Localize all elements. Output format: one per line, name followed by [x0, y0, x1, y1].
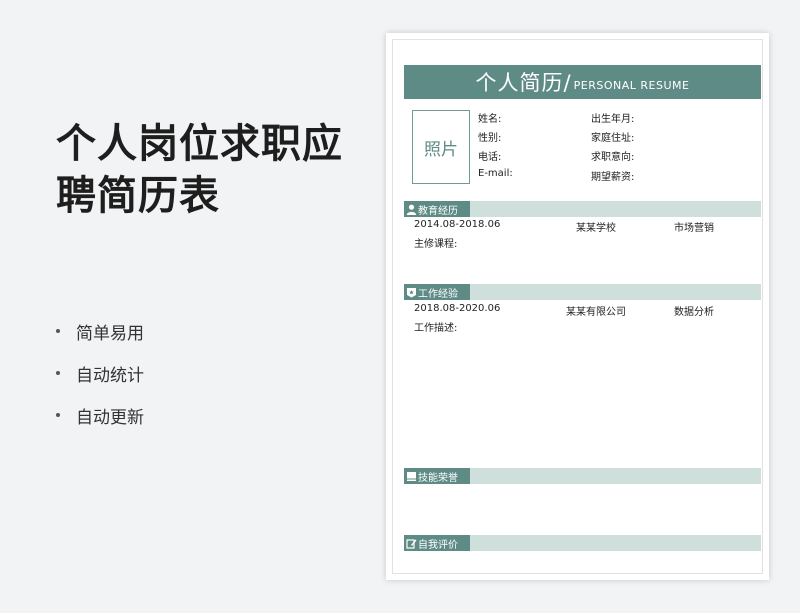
phone-label: 电话: [478, 152, 502, 163]
name-label: 姓名: [478, 114, 502, 125]
birth-label: 出生年月: [591, 114, 635, 125]
resume-title-bar: 个人简历/ PERSONAL RESUME [404, 65, 761, 99]
feature-item: 自动统计 [56, 352, 144, 394]
address-label: 家庭住址: [591, 133, 635, 144]
education-major: 市场营销 [674, 223, 714, 234]
photo-placeholder: 照片 [412, 110, 470, 184]
feature-list: 简单易用 自动统计 自动更新 [56, 310, 144, 436]
resume-title-en: PERSONAL RESUME [573, 78, 690, 92]
photo-label: 照片 [424, 139, 458, 160]
education-courses: 主修课程: [414, 239, 458, 250]
email-label: E-mail: [478, 168, 513, 179]
section-education-label: 教育经历 [418, 205, 458, 217]
work-period: 2018.08-2020.06 [414, 303, 501, 314]
section-work: 工作经验 [404, 284, 761, 300]
section-self-evaluation-label: 自我评价 [418, 539, 458, 551]
promo-title-line1: 个人岗位求职应 [56, 121, 343, 167]
section-self-evaluation: 自我评价 [404, 535, 761, 551]
badge-icon [406, 287, 417, 298]
section-skills-label: 技能荣誉 [418, 472, 458, 484]
user-icon [406, 204, 417, 215]
gender-label: 性别: [478, 133, 502, 144]
education-school: 某某学校 [576, 223, 616, 234]
book-icon [406, 471, 417, 482]
edit-icon [406, 538, 417, 549]
work-position: 数据分析 [674, 307, 714, 318]
resume-preview: 个人简历/ PERSONAL RESUME 照片 姓名: 出生年月: 性别: 家… [386, 33, 769, 580]
bullet-icon [56, 371, 60, 375]
work-company: 某某有限公司 [566, 307, 626, 318]
section-skills: 技能荣誉 [404, 468, 761, 484]
work-description: 工作描述: [414, 323, 458, 334]
bullet-icon [56, 329, 60, 333]
intent-label: 求职意向: [591, 152, 635, 163]
section-work-label: 工作经验 [418, 288, 458, 300]
feature-item: 自动更新 [56, 394, 144, 436]
promo-title: 个人岗位求职应 聘简历表 [56, 118, 376, 222]
education-period: 2014.08-2018.06 [414, 219, 501, 230]
bullet-icon [56, 413, 60, 417]
promo-title-line2: 聘简历表 [56, 173, 220, 219]
feature-item: 简单易用 [56, 310, 144, 352]
resume-title-cn: 个人简历/ [475, 71, 572, 95]
section-education: 教育经历 [404, 201, 761, 217]
salary-label: 期望薪资: [591, 172, 635, 183]
